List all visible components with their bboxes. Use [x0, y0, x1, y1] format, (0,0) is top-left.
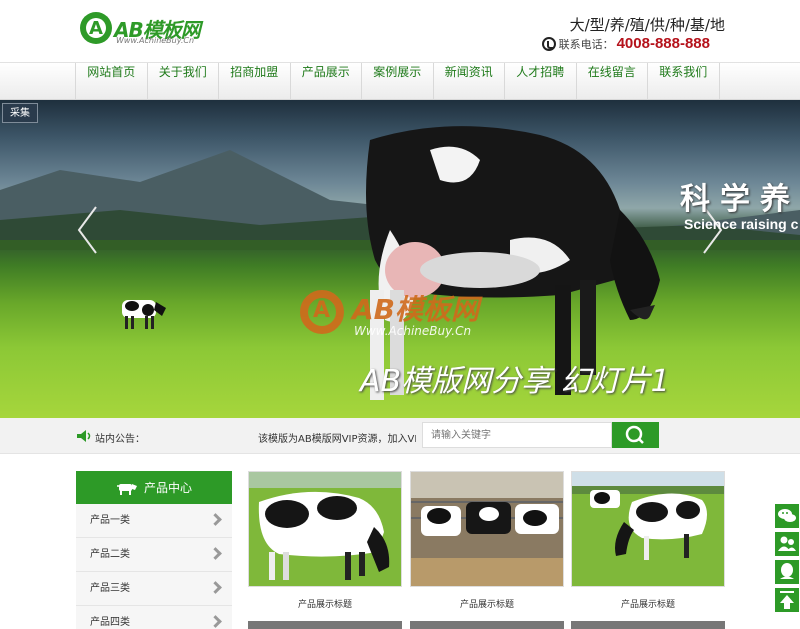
- nav-item-cases[interactable]: 案例展示: [362, 63, 434, 100]
- search-input[interactable]: [422, 422, 612, 448]
- watermark-letter: A: [313, 298, 331, 323]
- sidebar-item-label: 产品一类: [90, 515, 130, 526]
- small-cow-image: [122, 300, 166, 329]
- banner-caption: AB模版网分享 幻灯片1: [360, 364, 670, 399]
- sidebar-item-category-2[interactable]: 产品二类: [76, 538, 232, 572]
- nav-list: 网站首页 关于我们 招商加盟 产品展示 案例展示 新闻资讯 人才招聘 在线留言 …: [75, 63, 720, 100]
- logo-letter: A: [89, 18, 103, 39]
- product-image: [571, 471, 725, 587]
- sidebar-item-category-1[interactable]: 产品一类: [76, 504, 232, 538]
- product-card[interactable]: 产品展示标题: [248, 471, 402, 617]
- speaker-icon: [77, 430, 91, 442]
- notice-text[interactable]: 该模版为AB模版网VIP资源，加入VIP后: [258, 430, 416, 445]
- nav-item-home[interactable]: 网站首页: [76, 63, 148, 100]
- phone-icon: [541, 36, 556, 51]
- contacts-button[interactable]: [774, 531, 800, 557]
- banner-headline: 科学养: [680, 182, 800, 217]
- banner-watermark-logo: A AB模板网 Www.AchineBuy.Cn: [300, 288, 530, 348]
- sidebar-item-category-3[interactable]: 产品三类: [76, 572, 232, 606]
- nav-item-about[interactable]: 关于我们: [148, 63, 219, 100]
- product-card-next-row: [410, 621, 564, 629]
- wechat-icon: [778, 509, 796, 522]
- back-to-top-button[interactable]: [774, 587, 800, 613]
- product-card[interactable]: 产品展示标题: [571, 471, 725, 617]
- product-title[interactable]: 产品展示标题: [248, 597, 402, 610]
- nav-item-jobs[interactable]: 人才招聘: [505, 63, 577, 100]
- sidebar-header: 产品中心: [76, 471, 232, 504]
- notice-label: 站内公告：: [95, 434, 145, 445]
- hotline-label: 联系电话：: [558, 37, 614, 51]
- hero-banner[interactable]: 采集 科学养 Science raising c A AB模板网 Www.Ach…: [0, 100, 800, 418]
- nav-item-news[interactable]: 新闻资讯: [434, 63, 505, 100]
- sidebar-title: 产品中心: [143, 481, 192, 495]
- site-logo[interactable]: A AB模板网 Www.AchineBuy.Cn: [80, 12, 230, 48]
- nav-item-message[interactable]: 在线留言: [577, 63, 648, 100]
- qq-icon: [780, 563, 794, 579]
- watermark-text: AB模板网: [352, 293, 480, 326]
- page: A AB模板网 Www.AchineBuy.Cn 大/型/养/殖/供/种/基/地…: [0, 0, 800, 629]
- main-nav: 网站首页 关于我们 招商加盟 产品展示 案例展示 新闻资讯 人才招聘 在线留言 …: [0, 62, 800, 100]
- cow-icon: [116, 483, 137, 495]
- banner-headline-en: Science raising c: [684, 216, 799, 232]
- hotline: 联系电话： 4008-888-888: [541, 35, 710, 52]
- product-card[interactable]: 产品展示标题: [410, 471, 564, 617]
- search-icon: [625, 425, 644, 444]
- notice-bar: 站内公告： 该模版为AB模版网VIP资源，加入VIP后: [0, 418, 800, 454]
- nav-item-products[interactable]: 产品展示: [291, 63, 362, 100]
- search-button[interactable]: [612, 422, 659, 448]
- product-image: [410, 471, 564, 587]
- chevron-right-icon: [209, 547, 222, 560]
- sidebar-item-category-4[interactable]: 产品四类: [76, 606, 232, 629]
- sidebar-item-label: 产品三类: [90, 583, 130, 594]
- wechat-button[interactable]: [774, 503, 800, 529]
- hotline-number: 4008-888-888: [616, 35, 710, 52]
- sidebar-item-label: 产品四类: [90, 617, 130, 628]
- nav-item-contact[interactable]: 联系我们: [648, 63, 720, 100]
- logo-subtext: Www.AchineBuy.Cn: [116, 36, 195, 45]
- product-title[interactable]: 产品展示标题: [571, 597, 725, 610]
- sidebar-item-label: 产品二类: [90, 549, 130, 560]
- back-to-top-icon: [780, 591, 794, 609]
- chevron-right-icon: [209, 513, 222, 526]
- contacts-icon: [778, 536, 796, 551]
- qq-button[interactable]: [774, 559, 800, 585]
- banner-prev-icon[interactable]: [76, 205, 98, 255]
- chevron-right-icon: [209, 615, 222, 628]
- product-card-next-row: [248, 621, 402, 629]
- banner-collect-tag[interactable]: 采集: [2, 103, 38, 123]
- site-slogan: 大/型/养/殖/供/种/基/地: [569, 16, 725, 34]
- watermark-subtext: Www.AchineBuy.Cn: [354, 324, 472, 338]
- product-image: [248, 471, 402, 587]
- chevron-right-icon: [209, 581, 222, 594]
- product-card-next-row: [571, 621, 725, 629]
- nav-item-franchise[interactable]: 招商加盟: [219, 63, 291, 100]
- product-title[interactable]: 产品展示标题: [410, 597, 564, 610]
